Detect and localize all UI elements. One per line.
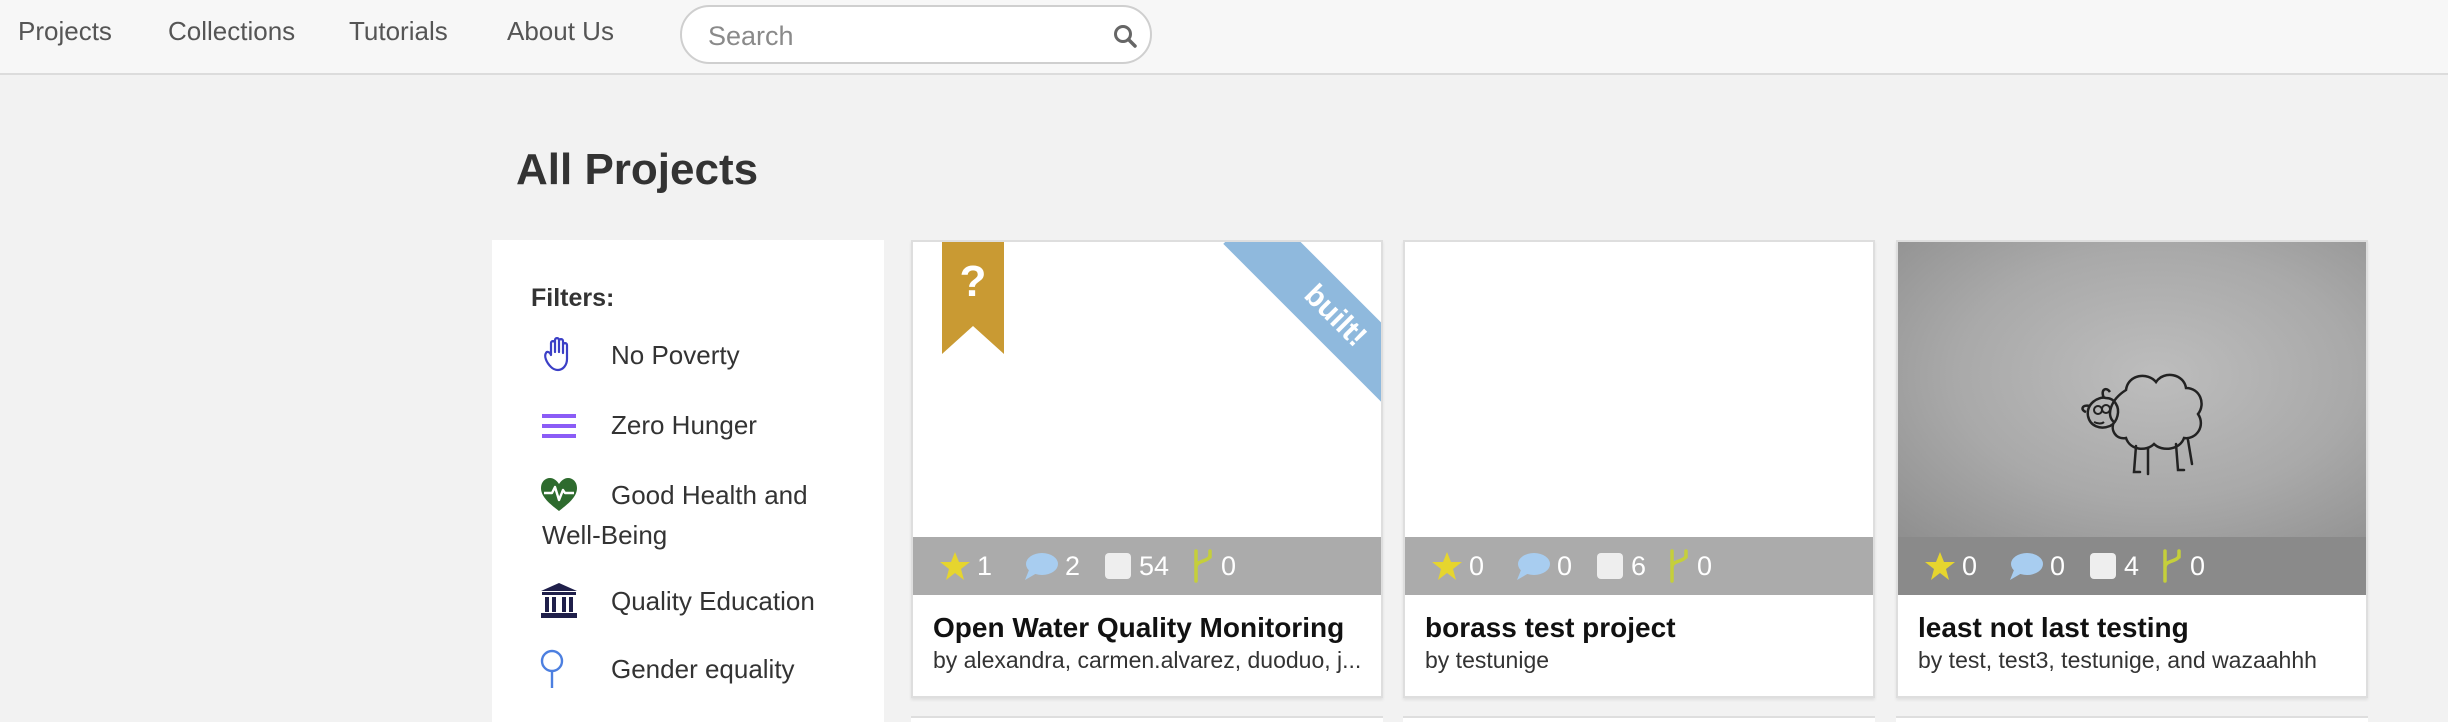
filter-label: Good Health and Well-Being (542, 480, 808, 550)
page-title: All Projects (516, 145, 759, 194)
comment-count: 0 (1515, 548, 1572, 584)
filter-good-health[interactable]: Good Health and Well-Being (492, 470, 884, 560)
star-icon (1925, 552, 1955, 580)
comment-count: 0 (2008, 548, 2065, 584)
next-card-edge (1896, 716, 2368, 722)
square-icon (1105, 553, 1131, 579)
search-box (680, 5, 1152, 64)
project-image: ? built! (913, 242, 1381, 537)
project-stats: 0 0 6 0 (1405, 537, 1873, 595)
comment-count: 2 (1023, 548, 1080, 584)
item-count: 6 (1595, 548, 1646, 584)
item-count: 4 (2088, 548, 2139, 584)
star-icon (940, 552, 970, 580)
sheep-drawing (2081, 373, 2203, 476)
filters-panel: Filters: No Poverty Zero Hunger Good Hea… (492, 240, 884, 722)
star-count: 0 (1431, 548, 1484, 584)
fork-count: 0 (1191, 548, 1236, 584)
project-image (1898, 242, 2366, 537)
filters-title: Filters: (531, 284, 615, 312)
project-stats: 1 2 54 0 (913, 537, 1381, 595)
fork-count: 0 (1667, 548, 1712, 584)
star-count: 0 (1924, 548, 1977, 584)
filter-label: Gender equality (611, 654, 795, 684)
filter-quality-education[interactable]: Quality Education (492, 576, 884, 626)
project-image (1405, 242, 1873, 537)
nav-link-tutorials[interactable]: Tutorials (349, 16, 448, 47)
filter-label: Quality Education (611, 586, 815, 616)
project-card[interactable]: 0 0 6 0 borass test project by testunige (1403, 240, 1875, 698)
nav-link-projects[interactable]: Projects (18, 16, 112, 47)
project-authors: by testunige (1425, 647, 1550, 673)
fork-count: 0 (2160, 548, 2205, 584)
menu-lines-icon (542, 414, 576, 438)
fork-icon (1670, 549, 1688, 583)
comment-icon (2010, 553, 2043, 580)
project-title[interactable]: borass test project (1425, 612, 1676, 644)
project-card[interactable]: 0 0 4 0 least not last testing by test, … (1896, 240, 2368, 698)
square-icon (1597, 553, 1623, 579)
search-icon[interactable] (1112, 23, 1138, 49)
gender-pin-icon (540, 649, 564, 688)
project-stats: 0 0 4 0 (1898, 537, 2366, 595)
top-navigation: Projects Collections Tutorials About Us (0, 0, 2448, 75)
project-title[interactable]: Open Water Quality Monitoring (933, 612, 1344, 644)
hand-icon (544, 337, 569, 372)
filter-label: Zero Hunger (611, 410, 757, 440)
nav-link-about-us[interactable]: About Us (507, 16, 614, 47)
project-card[interactable]: ? built! 1 2 54 0 Open Water Quality Mon… (911, 240, 1383, 698)
built-banner-label: built! (1223, 242, 1381, 428)
next-card-edge (1403, 716, 1875, 722)
project-authors: by alexandra, carmen.alvarez, duoduo, j.… (933, 647, 1362, 673)
filter-label: No Poverty (611, 340, 740, 370)
nav-link-collections[interactable]: Collections (168, 16, 295, 47)
project-title[interactable]: least not last testing (1918, 612, 2189, 644)
item-count: 54 (1103, 548, 1169, 584)
filter-no-poverty[interactable]: No Poverty (492, 330, 884, 380)
star-icon (1432, 552, 1462, 580)
filter-gender-equality[interactable]: Gender equality (492, 644, 884, 694)
square-icon (2090, 553, 2116, 579)
search-input[interactable] (708, 19, 1088, 53)
next-card-edge (911, 716, 1383, 722)
question-badge-icon: ? (942, 242, 1004, 354)
project-authors: by test, test3, testunige, and wazaahhh (1918, 647, 2317, 673)
comment-icon (1025, 553, 1058, 580)
built-banner: built! (1191, 242, 1381, 432)
comment-icon (1517, 553, 1550, 580)
fork-icon (1194, 549, 1212, 583)
badge-text: ? (960, 257, 987, 306)
institution-icon (541, 583, 577, 618)
filter-zero-hunger[interactable]: Zero Hunger (492, 400, 884, 450)
fork-icon (2163, 549, 2181, 583)
star-count: 1 (939, 548, 992, 584)
